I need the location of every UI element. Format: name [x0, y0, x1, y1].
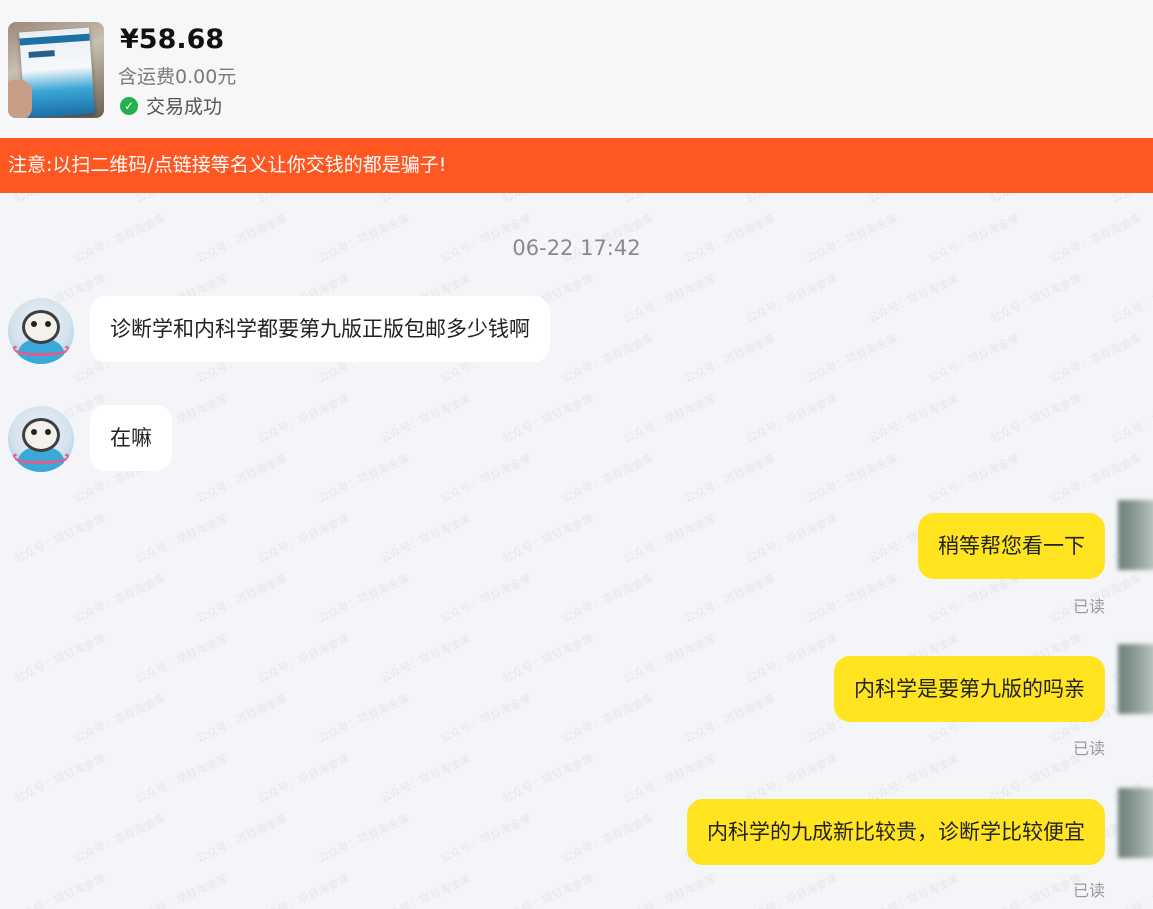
watermark-text: 公众号：项目淘金库 [622, 871, 718, 909]
watermark-text: 公众号：项目淘金库 [378, 391, 474, 446]
read-receipt: 已读 [1072, 881, 1105, 900]
read-receipt: 已读 [1072, 597, 1105, 616]
watermark-text: 公众号：项目淘金库 [378, 751, 474, 806]
watermark-text: 公众号：项目淘金库 [1110, 871, 1153, 909]
watermark-text: 公众号：项目淘金库 [378, 871, 474, 909]
watermark-text: 公众号：项目淘金库 [926, 331, 1022, 386]
watermark-text: 公众号：项目淘金库 [72, 691, 168, 746]
seller-avatar[interactable] [1118, 644, 1153, 714]
watermark-text: 公众号：项目淘金库 [682, 451, 778, 506]
watermark-text: 公众号：项目淘金库 [1048, 331, 1144, 386]
order-status: ✓ 交易成功 [120, 92, 222, 119]
watermark-text: 公众号：项目淘金库 [988, 391, 1084, 446]
watermark-text: 公众号：项目淘金库 [438, 451, 534, 506]
outgoing-message[interactable]: 稍等帮您看一下 [918, 513, 1105, 579]
seller-avatar[interactable] [1118, 788, 1153, 858]
watermark-text: 公众号：项目淘金库 [1110, 391, 1153, 446]
watermark-text: 公众号：项目淘金库 [804, 571, 900, 626]
watermark-text: 公众号：项目淘金库 [560, 451, 656, 506]
watermark-text: 公众号：项目淘金库 [804, 451, 900, 506]
watermark-text: 公众号：项目淘金库 [134, 751, 230, 806]
product-thumbnail[interactable] [8, 22, 104, 118]
watermark-text: 公众号：项目淘金库 [256, 391, 352, 446]
watermark-text: 公众号：项目淘金库 [378, 511, 474, 566]
watermark-text: 公众号：项目淘金库 [500, 391, 596, 446]
watermark-text: 公众号：项目淘金库 [866, 871, 962, 909]
watermark-text: 公众号：项目淘金库 [72, 811, 168, 866]
product-card[interactable]: ¥58.68 含运费0.00元 ✓ 交易成功 [0, 0, 1153, 138]
watermark-text: 公众号：项目淘金库 [12, 631, 108, 686]
watermark-text: 公众号：项目淘金库 [316, 571, 412, 626]
watermark-text: 公众号：项目淘金库 [866, 751, 962, 806]
watermark-text: 公众号：项目淘金库 [134, 511, 230, 566]
watermark-text: 公众号：项目淘金库 [744, 631, 840, 686]
watermark-text: 公众号：项目淘金库 [744, 391, 840, 446]
watermark-text: 公众号：项目淘金库 [256, 511, 352, 566]
watermark-text: 公众号：项目淘金库 [866, 391, 962, 446]
incoming-message[interactable]: 在嘛 [90, 405, 172, 471]
outgoing-message[interactable]: 内科学的九成新比较贵，诊断学比较便宜 [687, 799, 1105, 865]
order-status-label: 交易成功 [146, 96, 223, 118]
seller-avatar[interactable] [1118, 500, 1153, 570]
watermark-text: 公众号：项目淘金库 [560, 691, 656, 746]
watermark-text: 公众号：项目淘金库 [804, 331, 900, 386]
check-circle-icon: ✓ [120, 96, 138, 115]
freight-text: 含运费0.00元 [118, 66, 237, 88]
watermark-text: 公众号：项目淘金库 [378, 631, 474, 686]
read-receipt: 已读 [1072, 739, 1105, 758]
scam-warning-banner: 注意:以扫二维码/点链接等名义让你交钱的都是骗子! [0, 138, 1153, 193]
chat-timestamp: 06-22 17:42 [512, 236, 641, 260]
watermark-text: 公众号：项目淘金库 [72, 571, 168, 626]
watermark-text: 公众号：项目淘金库 [438, 691, 534, 746]
product-price: ¥58.68 [120, 24, 225, 55]
watermark-text: 公众号：项目淘金库 [866, 271, 962, 326]
watermark-text: 公众号：项目淘金库 [256, 751, 352, 806]
watermark-text: 公众号：项目淘金库 [134, 631, 230, 686]
watermark-text: 公众号：项目淘金库 [622, 511, 718, 566]
watermark-text: 公众号：项目淘金库 [194, 451, 290, 506]
watermark-text: 公众号：项目淘金库 [744, 271, 840, 326]
watermark-text: 公众号：项目淘金库 [316, 811, 412, 866]
watermark-text: 公众号：项目淘金库 [988, 871, 1084, 909]
watermark-text: 公众号：项目淘金库 [134, 871, 230, 909]
watermark-text: 公众号：项目淘金库 [926, 451, 1022, 506]
watermark-text: 公众号：项目淘金库 [256, 871, 352, 909]
watermark-text: 公众号：项目淘金库 [682, 571, 778, 626]
watermark-text: 公众号：项目淘金库 [988, 271, 1084, 326]
watermark-text: 公众号：项目淘金库 [622, 751, 718, 806]
watermark-text: 公众号：项目淘金库 [682, 331, 778, 386]
incoming-message[interactable]: 诊断学和内科学都要第九版正版包邮多少钱啊 [90, 296, 550, 362]
watermark-text: 公众号：项目淘金库 [500, 751, 596, 806]
watermark-text: 公众号：项目淘金库 [438, 571, 534, 626]
watermark-text: 公众号：项目淘金库 [744, 511, 840, 566]
watermark-text: 公众号：项目淘金库 [1110, 271, 1153, 326]
buyer-avatar[interactable] [8, 406, 74, 472]
watermark-text: 公众号：项目淘金库 [194, 811, 290, 866]
watermark-text: 公众号：项目淘金库 [560, 811, 656, 866]
watermark-text: 公众号：项目淘金库 [560, 331, 656, 386]
watermark-text: 公众号：项目淘金库 [316, 691, 412, 746]
watermark-text: 公众号：项目淘金库 [500, 511, 596, 566]
outgoing-message[interactable]: 内科学是要第九版的吗亲 [834, 656, 1105, 722]
watermark-text: 公众号：项目淘金库 [682, 691, 778, 746]
watermark-text: 公众号：项目淘金库 [194, 571, 290, 626]
buyer-avatar[interactable] [8, 298, 74, 364]
watermark-text: 公众号：项目淘金库 [560, 571, 656, 626]
watermark-text: 公众号：项目淘金库 [438, 811, 534, 866]
watermark-text: 公众号：项目淘金库 [256, 631, 352, 686]
watermark-text: 公众号：项目淘金库 [622, 631, 718, 686]
watermark-text: 公众号：项目淘金库 [12, 751, 108, 806]
watermark-text: 公众号：项目淘金库 [1048, 451, 1144, 506]
watermark-text: 公众号：项目淘金库 [12, 511, 108, 566]
watermark-text: 公众号：项目淘金库 [500, 871, 596, 909]
watermark-text: 公众号：项目淘金库 [744, 751, 840, 806]
watermark-text: 公众号：项目淘金库 [500, 631, 596, 686]
watermark-text: 公众号：项目淘金库 [622, 391, 718, 446]
watermark-text: 公众号：项目淘金库 [194, 691, 290, 746]
watermark-text: 公众号：项目淘金库 [988, 751, 1084, 806]
watermark-text: 公众号：项目淘金库 [744, 871, 840, 909]
watermark-text: 公众号：项目淘金库 [12, 871, 108, 909]
watermark-text: 公众号：项目淘金库 [316, 451, 412, 506]
watermark-text: 公众号：项目淘金库 [622, 271, 718, 326]
